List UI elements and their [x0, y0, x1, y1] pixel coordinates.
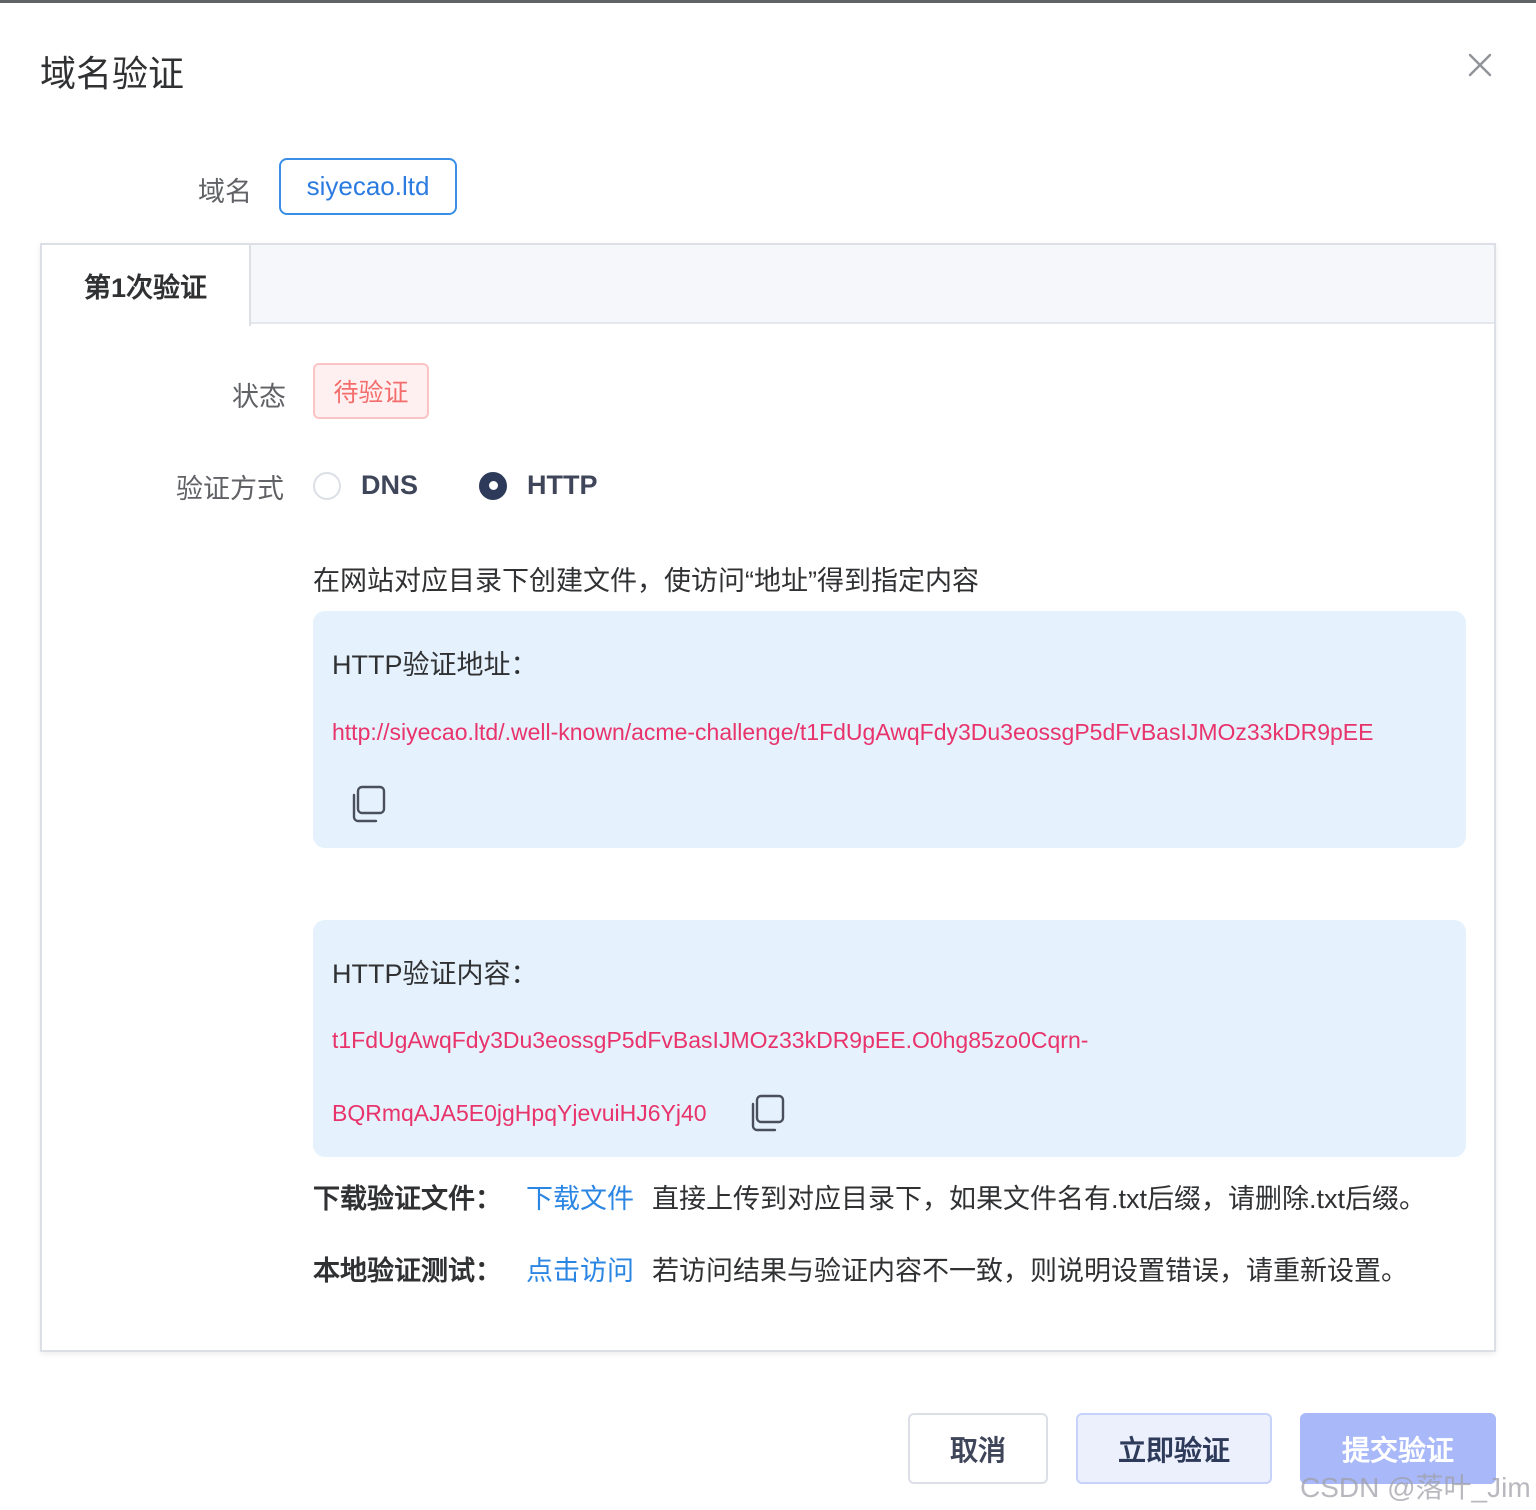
verify-now-button[interactable]: 立即验证 — [1076, 1413, 1272, 1484]
download-desc: 直接上传到对应目录下，如果文件名有.txt后缀，请删除.txt后缀。 — [652, 1184, 1427, 1214]
http-address-box: HTTP验证地址： http://siyecao.ltd/.well-known… — [313, 611, 1466, 848]
watermark: CSDN @落叶_Jim — [1300, 1472, 1531, 1503]
dialog-title: 域名验证 — [40, 53, 185, 94]
domain-verify-dialog: 域名验证 域名 siyecao.ltd 第1次验证 状态 待验证 验证方式 DN… — [0, 3, 1536, 1510]
status-label: 状态 — [232, 382, 286, 412]
http-content-title: HTTP验证内容： — [332, 959, 538, 989]
local-test-label: 本地验证测试： — [313, 1256, 502, 1286]
radio-circle-icon — [313, 471, 341, 500]
http-address-title: HTTP验证地址： — [332, 650, 538, 680]
visit-link[interactable]: 点击访问 — [526, 1249, 634, 1288]
radio-http-label: HTTP — [527, 470, 598, 500]
radio-dns[interactable]: DNS — [313, 470, 418, 501]
status-badge: 待验证 — [313, 363, 429, 419]
verify-hint: 在网站对应目录下创建文件，使访问“地址”得到指定内容 — [313, 566, 979, 596]
radio-http[interactable]: HTTP — [479, 470, 598, 501]
local-test-row: 本地验证测试： 点击访问 若访问结果与验证内容不一致，则说明设置错误，请重新设置… — [313, 1249, 1408, 1288]
http-content-value-line2: BQRmqAJA5E0jgHpqYjevuiHJ6Yj40 — [332, 1100, 707, 1126]
close-icon[interactable] — [1462, 47, 1498, 83]
local-test-desc: 若访问结果与验证内容不一致，则说明设置错误，请重新设置。 — [652, 1256, 1408, 1286]
cancel-button[interactable]: 取消 — [908, 1413, 1048, 1484]
copy-icon[interactable] — [745, 1092, 787, 1134]
download-row: 下载验证文件： 下载文件 直接上传到对应目录下，如果文件名有.txt后缀，请删除… — [313, 1177, 1426, 1216]
http-content-box: HTTP验证内容： t1FdUgAwqFdy3Du3eossgP5dFvBasI… — [313, 920, 1466, 1157]
tab-bar — [42, 245, 1494, 324]
method-label: 验证方式 — [176, 474, 284, 504]
download-file-link[interactable]: 下载文件 — [526, 1177, 634, 1216]
radio-dns-label: DNS — [361, 470, 419, 500]
http-address-value: http://siyecao.ltd/.well-known/acme-chal… — [332, 719, 1374, 745]
download-label: 下载验证文件： — [313, 1184, 502, 1214]
copy-icon[interactable] — [346, 783, 388, 825]
tab-first-verify[interactable]: 第1次验证 — [42, 245, 251, 326]
domain-label: 域名 — [198, 177, 252, 207]
verify-panel: 第1次验证 状态 待验证 验证方式 DNS HTTP 在网站对应目录下创建文件，… — [40, 243, 1496, 1352]
radio-checked-icon — [479, 471, 507, 500]
domain-tag: siyecao.ltd — [279, 158, 457, 215]
http-content-value-line1: t1FdUgAwqFdy3Du3eossgP5dFvBasIJMOz33kDR9… — [332, 1027, 1089, 1053]
